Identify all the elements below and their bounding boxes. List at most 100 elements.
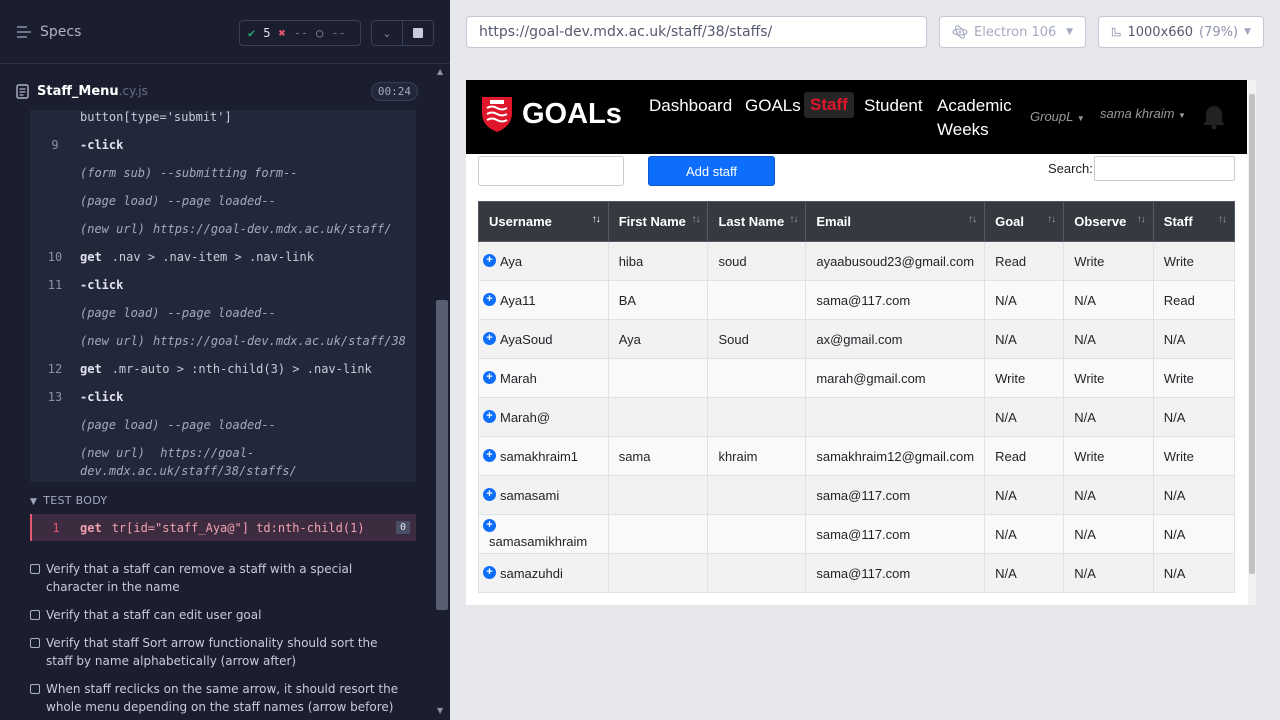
brand[interactable]: GOALs (480, 94, 622, 134)
sort-icon[interactable]: ↑↓ (1137, 214, 1146, 225)
column-header-last-name[interactable]: Last Name ↑↓ (707, 201, 807, 242)
event-name: (new url) (80, 222, 146, 236)
failing-command-row[interactable]: 1 get tr[id="staff_Aya@"] td:nth-child(1… (30, 514, 416, 541)
table-row[interactable]: + Marah marah@gmail.com Write Write Write (478, 358, 1236, 398)
cell-username[interactable]: + samazuhdi (478, 553, 609, 593)
table-row[interactable]: +samasamikhraim sama@117.com N/A N/A N/A (478, 514, 1236, 554)
cell-first-name: BA (607, 280, 709, 320)
column-header-username[interactable]: Username ↑↓ (478, 201, 609, 242)
cell-username[interactable]: + AyaSoud (478, 319, 609, 359)
bell-icon[interactable] (1202, 104, 1226, 130)
chevron-down-icon[interactable]: ▼ (30, 497, 37, 507)
command-event-row[interactable]: (page load) --page loaded-- (30, 412, 416, 440)
cell-last-name (707, 553, 807, 593)
event-url: https://goal-dev.mdx.ac.uk/staff/38 (153, 334, 406, 348)
expand-row-icon[interactable]: + (483, 253, 496, 267)
column-header-first-name[interactable]: First Name ↑↓ (607, 201, 709, 242)
app-navbar: GOALs Dashboard GOALs Staff Student Acad… (466, 80, 1247, 154)
cell-username[interactable]: + samakhraim1 (478, 436, 609, 476)
cell-goal: N/A (984, 319, 1065, 359)
nav-academic-weeks[interactable]: Academic Weeks (937, 94, 1012, 142)
cell-username[interactable]: + Marah@ (478, 397, 609, 437)
command-event-row[interactable]: (new url) https://goal-dev.mdx.ac.uk/sta… (30, 216, 416, 244)
new-staff-input[interactable] (478, 156, 624, 186)
column-header-email[interactable]: Email ↑↓ (805, 201, 986, 242)
browser-selector[interactable]: Electron 106 ▼ (939, 16, 1086, 48)
table-row[interactable]: + AyaSoud Aya Soud ax@gmail.com N/A N/A N/A (478, 319, 1236, 359)
cell-email (805, 397, 986, 437)
runner-scrollbar-thumb[interactable] (436, 300, 448, 610)
table-row[interactable]: + Aya11 BA sama@117.com N/A N/A Read (478, 280, 1236, 320)
table-row[interactable]: + samasami sama@117.com N/A N/A N/A (478, 475, 1236, 515)
command-event-row[interactable]: (page load) --page loaded-- (30, 300, 416, 328)
url-bar[interactable]: https://goal-dev.mdx.ac.uk/staff/38/staf… (466, 16, 927, 48)
command-row[interactable]: 10 get .nav > .nav-item > .nav-link (30, 244, 416, 272)
group-dropdown[interactable]: GroupL ▼ (1030, 109, 1085, 124)
username-text: samazuhdi (500, 565, 563, 581)
event-url: https://goal-dev.mdx.ac.uk/staff/ (153, 222, 392, 236)
collapse-button[interactable]: ⌄ (371, 20, 403, 46)
sort-icon[interactable]: ↑↓ (1218, 214, 1227, 225)
stop-button[interactable] (402, 20, 434, 46)
expand-row-icon[interactable]: + (483, 409, 496, 423)
column-header-observe[interactable]: Observe ↑↓ (1063, 201, 1154, 242)
expand-row-icon[interactable]: + (483, 565, 496, 579)
table-row[interactable]: + Aya hiba soud ayaabusoud23@gmail.com Read Wr… (478, 241, 1236, 281)
cell-username[interactable]: + Aya11 (478, 280, 609, 320)
chevron-down-icon: ⌄ (382, 26, 392, 40)
table-row[interactable]: + samakhraim1 sama khraim samakhraim12@gmail… (478, 436, 1236, 476)
expand-row-icon[interactable]: + (483, 292, 496, 306)
column-header-staff[interactable]: Staff ↑↓ (1152, 201, 1236, 242)
expand-row-icon[interactable]: + (483, 487, 496, 501)
nav-goals[interactable]: GOALs (745, 94, 801, 118)
expand-row-icon[interactable]: + (483, 331, 496, 345)
test-item[interactable]: When staff reclicks on the same arrow, i… (30, 680, 400, 716)
cell-username[interactable]: + Marah (478, 358, 609, 398)
specs-label[interactable]: Specs (40, 24, 81, 40)
cell-email: ax@gmail.com (805, 319, 986, 359)
nav-student[interactable]: Student (864, 94, 923, 118)
command-event-row[interactable]: (new url) https://goal-dev.mdx.ac.uk/sta… (30, 328, 416, 356)
table-row[interactable]: + samazuhdi sama@117.com N/A N/A N/A (478, 553, 1236, 593)
command-row[interactable]: 9 -click (30, 132, 416, 160)
nav-dashboard[interactable]: Dashboard (649, 94, 732, 118)
sort-icon[interactable]: ↑↓ (789, 214, 798, 225)
column-header-goal[interactable]: Goal ↑↓ (984, 201, 1065, 242)
sort-icon[interactable]: ↑↓ (691, 214, 700, 225)
username-text: Marah (500, 370, 537, 386)
table-row[interactable]: + Marah@ N/A N/A N/A (478, 397, 1236, 437)
cell-username[interactable]: + samasamikhraim (478, 514, 609, 554)
command-row[interactable]: button[type='submit'] (30, 110, 416, 132)
expand-row-icon[interactable]: + (483, 448, 496, 462)
sort-icon[interactable]: ↑↓ (592, 214, 601, 225)
sort-icon[interactable]: ↑↓ (968, 214, 977, 225)
app-scrollbar-thumb[interactable] (1249, 94, 1255, 574)
command-row[interactable]: 13 -click (30, 384, 416, 412)
nav-staff[interactable]: Staff (804, 92, 854, 118)
command-row[interactable]: 11 -click (30, 272, 416, 300)
command-event-row[interactable]: (new url) https://goal- dev.mdx.ac.uk/st… (30, 444, 416, 480)
caret-down-icon: ▼ (1076, 114, 1085, 123)
cell-username[interactable]: + samasami (478, 475, 609, 515)
spec-duration: 00:24 (370, 81, 418, 101)
test-item[interactable]: Verify that a staff can remove a staff w… (30, 560, 400, 596)
add-staff-button[interactable]: Add staff (648, 156, 775, 186)
scroll-down-icon[interactable]: ▼ (437, 706, 443, 715)
test-item[interactable]: Verify that a staff can edit user goal (30, 606, 400, 624)
test-item[interactable]: Verify that staff Sort arrow functionali… (30, 634, 400, 670)
cell-username[interactable]: + Aya (478, 241, 609, 281)
test-title: When staff reclicks on the same arrow, i… (46, 682, 399, 714)
search-input[interactable] (1094, 156, 1235, 181)
expand-row-icon[interactable]: + (483, 519, 496, 532)
user-dropdown[interactable]: sama khraim ▼ (1100, 106, 1186, 121)
viewport-selector[interactable]: 1000x660 (79%) ▼ (1098, 16, 1264, 48)
command-row[interactable]: 12 get .mr-auto > :nth-child(3) > .nav-l… (30, 356, 416, 384)
scroll-up-icon[interactable]: ▲ (437, 67, 443, 76)
spec-file-header[interactable]: Staff_Menu .cy.js 00:24 (16, 76, 418, 106)
sort-icon[interactable]: ↑↓ (1047, 214, 1056, 225)
specs-list-icon[interactable] (16, 25, 32, 39)
command-event-row[interactable]: (page load) --page loaded-- (30, 188, 416, 216)
cell-first-name (607, 397, 709, 437)
command-event-row[interactable]: (form sub) --submitting form-- (30, 160, 416, 188)
expand-row-icon[interactable]: + (483, 370, 496, 384)
